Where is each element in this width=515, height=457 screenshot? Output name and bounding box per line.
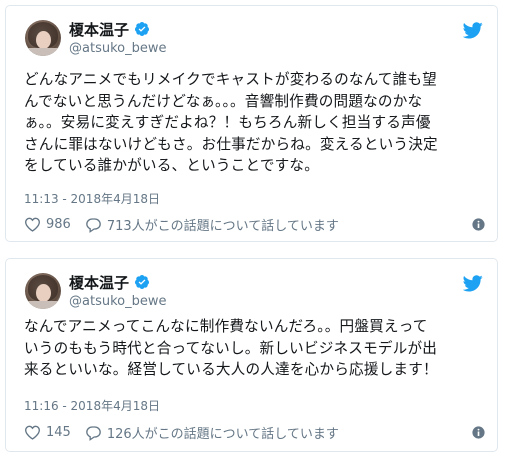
- tweet-actions: 145 126人がこの話題について話しています: [24, 423, 485, 442]
- author-block: 榎本温子 @atsuko_bewe: [69, 19, 166, 57]
- info-icon[interactable]: [472, 426, 485, 439]
- tweet-timestamp[interactable]: 11:16 - 2018年4月18日: [24, 397, 160, 414]
- twitter-bird-icon[interactable]: [463, 22, 483, 39]
- twitter-bird-icon[interactable]: [463, 275, 483, 292]
- tweet-timestamp[interactable]: 11:13 - 2018年4月18日: [24, 190, 160, 207]
- author-display-name[interactable]: 榎本温子: [69, 272, 129, 293]
- author-display-name[interactable]: 榎本温子: [69, 19, 129, 40]
- like-button[interactable]: 986: [24, 217, 71, 232]
- author-handle[interactable]: @atsuko_bewe: [69, 294, 166, 309]
- avatar[interactable]: [25, 273, 61, 309]
- author-handle[interactable]: @atsuko_bewe: [69, 41, 166, 56]
- like-button[interactable]: 145: [24, 425, 71, 440]
- conversation-button[interactable]: 126人がこの話題について話しています: [85, 423, 339, 442]
- verified-badge-icon: [135, 275, 150, 289]
- heart-icon: [24, 425, 41, 440]
- verified-badge-icon: [135, 22, 150, 36]
- tweet-text: なんでアニメってこんなに制作費ないんだろ。。円盤買えって いうのももう時代と合っ…: [24, 318, 438, 378]
- tweet-actions: 986 713人がこの話題について話しています: [24, 215, 485, 234]
- conversation-button[interactable]: 713人がこの話題について話しています: [85, 215, 339, 234]
- info-icon[interactable]: [472, 218, 485, 231]
- avatar[interactable]: [25, 20, 61, 56]
- like-count: 145: [46, 425, 71, 440]
- author-block: 榎本温子 @atsuko_bewe: [69, 272, 166, 310]
- conversation-text: 126人がこの話題について話しています: [106, 427, 339, 442]
- like-count: 986: [46, 217, 71, 232]
- heart-icon: [24, 217, 41, 232]
- speech-bubble-icon: [85, 425, 101, 441]
- conversation-text: 713人がこの話題について話しています: [106, 219, 339, 234]
- tweet-text: どんなアニメでもリメイクでキャストが変わるのなんて誰も望 んでないと思うんだけど…: [24, 71, 438, 174]
- tweet-card[interactable]: 榎本温子 @atsuko_bewe どんなアニメでもリメイクでキャストが変わるの…: [5, 5, 498, 242]
- speech-bubble-icon: [85, 217, 101, 233]
- tweet-card[interactable]: 榎本温子 @atsuko_bewe なんでアニメってこんなに制作費ないんだろ。。…: [5, 258, 498, 452]
